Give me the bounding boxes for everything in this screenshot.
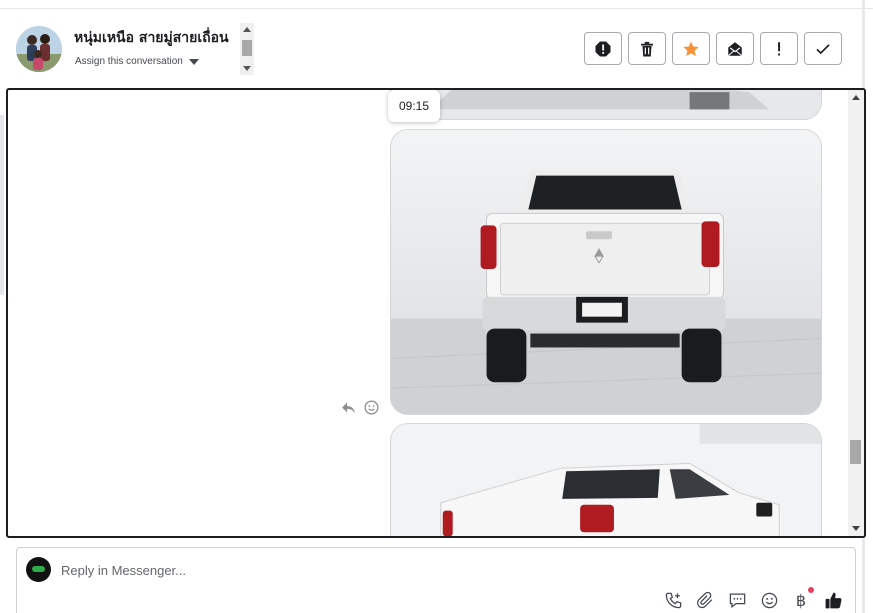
exclamation-icon xyxy=(778,41,781,55)
contact-name-block: หนุ่มเหนือ สายมู่สายเถื่อน Assign this c… xyxy=(70,23,254,75)
check-icon xyxy=(816,43,830,54)
scroll-up-icon[interactable] xyxy=(852,95,860,100)
trash-icon xyxy=(641,41,653,56)
mark-done-button[interactable] xyxy=(804,32,842,65)
inbox-icon xyxy=(727,41,743,56)
image-message[interactable] xyxy=(390,129,822,415)
reply-input[interactable] xyxy=(61,561,621,579)
contact-name[interactable]: หนุ่มเหนือ สายมู่สายเถื่อน xyxy=(74,27,240,49)
notification-dot xyxy=(808,587,814,593)
emoji-button[interactable] xyxy=(759,590,779,610)
conversation-thread[interactable]: 09:15 xyxy=(6,88,866,538)
assign-conversation-dropdown[interactable]: Assign this conversation xyxy=(75,56,199,67)
mark-spam-button[interactable] xyxy=(584,32,622,65)
page-logo-icon xyxy=(32,566,45,572)
phone-add-icon xyxy=(665,592,681,608)
delete-button[interactable] xyxy=(628,32,666,65)
like-button[interactable] xyxy=(823,590,843,610)
payment-button[interactable]: ฿ xyxy=(791,587,814,610)
assign-label: Assign this conversation xyxy=(75,56,183,67)
baht-icon: ฿ xyxy=(795,590,807,610)
thread-scrollbar[interactable] xyxy=(848,90,864,536)
truck-side-photo xyxy=(391,424,821,536)
page-avatar xyxy=(26,557,51,582)
saved-replies-button[interactable] xyxy=(727,590,747,610)
truck-rear-photo xyxy=(391,130,821,414)
composer-tools: ฿ xyxy=(663,587,843,610)
conversation-header: หนุ่มเหนือ สายมู่สายเถื่อน Assign this c… xyxy=(0,9,862,89)
reply-icon[interactable] xyxy=(340,399,357,416)
thumbs-up-icon xyxy=(825,592,841,608)
react-emoji-icon[interactable] xyxy=(363,399,380,416)
attach-button[interactable] xyxy=(695,590,715,610)
chat-bubble-icon xyxy=(729,593,745,608)
star-icon xyxy=(683,41,699,56)
emoji-icon xyxy=(761,592,777,608)
scroll-up-icon[interactable] xyxy=(243,27,251,32)
scroll-down-icon[interactable] xyxy=(852,526,860,531)
paperclip-icon xyxy=(696,591,712,608)
image-message[interactable] xyxy=(390,90,822,120)
scroll-down-icon[interactable] xyxy=(243,66,251,71)
message-hover-actions xyxy=(340,399,380,416)
star-button[interactable] xyxy=(672,32,710,65)
reply-composer: ฿ xyxy=(16,547,856,613)
left-divider xyxy=(0,115,4,295)
scroll-thumb[interactable] xyxy=(242,40,252,56)
image-message[interactable] xyxy=(390,423,822,536)
caret-down-icon xyxy=(188,59,199,65)
call-add-button[interactable] xyxy=(663,590,683,610)
contact-avatar[interactable] xyxy=(16,26,62,72)
name-scrollbar[interactable] xyxy=(240,23,254,75)
conversation-actions xyxy=(584,32,842,65)
move-to-inbox-button[interactable] xyxy=(716,32,754,65)
message-timestamp: 09:15 xyxy=(388,90,440,122)
mark-important-button[interactable] xyxy=(760,32,798,65)
alert-circle-icon xyxy=(595,41,611,56)
scroll-thumb[interactable] xyxy=(850,440,861,464)
